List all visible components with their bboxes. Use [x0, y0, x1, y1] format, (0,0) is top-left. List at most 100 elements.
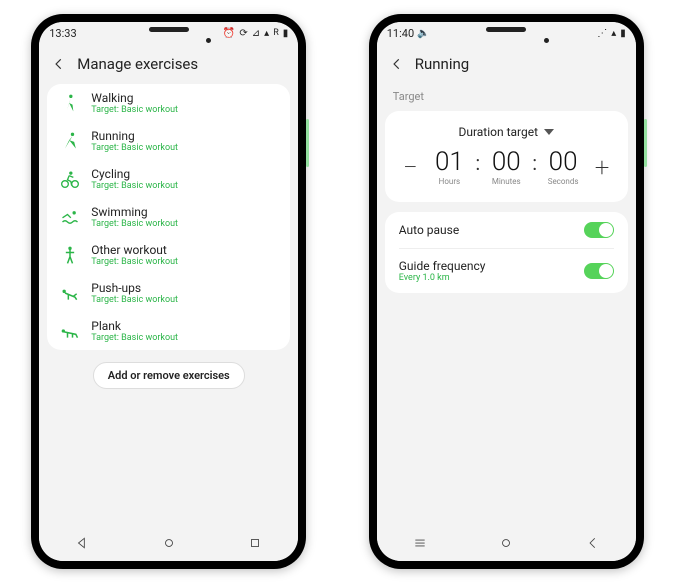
page-title: Manage exercises — [77, 55, 198, 73]
back-button[interactable] — [387, 54, 407, 74]
guide-frequency-title: Guide frequency — [399, 259, 584, 273]
page-title: Running — [415, 55, 469, 73]
chevron-down-icon — [544, 127, 554, 137]
minutes-label: Minutes — [492, 177, 521, 186]
target-type-dropdown[interactable]: Duration target — [395, 125, 618, 139]
nav-home-button[interactable] — [162, 535, 176, 554]
status-icons: ⋰ ▴ ▮ — [597, 28, 626, 39]
exercise-texts: Other workoutTarget: Basic workout — [91, 243, 278, 267]
android-nav-bar — [377, 527, 636, 561]
phone-running-target: 11:40 🔈 ⋰ ▴ ▮ Running Target Duration ta… — [369, 14, 644, 569]
exercise-name: Push-ups — [91, 281, 278, 295]
hours-value: 01 — [435, 149, 464, 175]
battery-icon: ▮ — [620, 28, 626, 39]
exercise-item-walking[interactable]: WalkingTarget: Basic workout — [47, 84, 290, 122]
status-bar: 11:40 🔈 ⋰ ▴ ▮ — [377, 22, 636, 44]
add-remove-exercises-button[interactable]: Add or remove exercises — [93, 362, 245, 389]
battery-icon: ▮ — [283, 28, 289, 39]
exercise-texts: SwimmingTarget: Basic workout — [91, 205, 278, 229]
exercise-item-running[interactable]: RunningTarget: Basic workout — [47, 122, 290, 160]
wifi-icon: ⋰ — [597, 28, 607, 39]
running-icon — [59, 130, 81, 152]
exercise-target: Target: Basic workout — [91, 257, 278, 267]
exercise-name: Other workout — [91, 243, 278, 257]
signal-icon: ▴ — [264, 28, 269, 39]
seconds-value: 00 — [549, 149, 578, 175]
exercise-item-swimming[interactable]: SwimmingTarget: Basic workout — [47, 198, 290, 236]
plank-icon — [59, 320, 81, 342]
time-separator: : — [532, 153, 537, 173]
network-icon: ⊿ — [252, 28, 260, 39]
minutes-value: 00 — [492, 149, 521, 175]
exercise-list: WalkingTarget: Basic workoutRunningTarge… — [47, 84, 290, 350]
cycling-icon — [59, 168, 81, 190]
back-button[interactable] — [49, 54, 69, 74]
volume-icon: 🔈 — [417, 28, 429, 39]
sync-icon: ⟳ — [239, 28, 247, 39]
exercise-name: Running — [91, 129, 278, 143]
exercise-texts: RunningTarget: Basic workout — [91, 129, 278, 153]
exercise-item-other[interactable]: Other workoutTarget: Basic workout — [47, 236, 290, 274]
exercise-target: Target: Basic workout — [91, 181, 278, 191]
back-arrow-icon — [52, 57, 66, 71]
status-time: 13:33 — [49, 27, 76, 40]
exercise-texts: Push-upsTarget: Basic workout — [91, 281, 278, 305]
phone-manage-exercises: 13:33 ⏰ ⟳ ⊿ ▴ R ▮ Manage exercises Walki… — [31, 14, 306, 569]
duration-picker: − 01 Hours : 00 Minutes : 00 Seconds + — [395, 149, 618, 186]
exercise-item-cycling[interactable]: CyclingTarget: Basic workout — [47, 160, 290, 198]
nav-back-button[interactable] — [75, 535, 89, 554]
exercise-target: Target: Basic workout — [91, 105, 278, 115]
status-time: 11:40 — [387, 27, 414, 40]
seconds-column[interactable]: 00 Seconds — [541, 149, 585, 186]
alarm-icon: ⏰ — [223, 28, 235, 39]
exercise-target: Target: Basic workout — [91, 333, 278, 343]
target-type-label: Duration target — [458, 125, 538, 139]
exercise-texts: CyclingTarget: Basic workout — [91, 167, 278, 191]
guide-frequency-sub: Every 1.0 km — [399, 273, 584, 283]
nav-recent-button[interactable] — [413, 535, 427, 554]
other-icon — [59, 244, 81, 266]
nav-back-button[interactable] — [586, 535, 600, 554]
exercise-item-plank[interactable]: PlankTarget: Basic workout — [47, 312, 290, 350]
minutes-column[interactable]: 00 Minutes — [484, 149, 528, 186]
pushups-icon — [59, 282, 81, 304]
decrement-button[interactable]: − — [397, 153, 423, 183]
target-card: Duration target − 01 Hours : 00 Minutes … — [385, 111, 628, 202]
exercise-item-pushups[interactable]: Push-upsTarget: Basic workout — [47, 274, 290, 312]
header: Manage exercises — [39, 44, 298, 84]
power-button — [644, 119, 647, 167]
screen-left: 13:33 ⏰ ⟳ ⊿ ▴ R ▮ Manage exercises Walki… — [39, 22, 298, 561]
auto-pause-toggle[interactable] — [584, 222, 614, 238]
auto-pause-row[interactable]: Auto pause — [385, 212, 628, 248]
exercise-texts: WalkingTarget: Basic workout — [91, 91, 278, 115]
status-icons: ⏰ ⟳ ⊿ ▴ R ▮ — [223, 28, 288, 39]
section-label-target: Target — [377, 84, 636, 111]
roaming-label: R — [273, 28, 279, 38]
nav-home-button[interactable] — [499, 535, 513, 554]
auto-pause-title: Auto pause — [399, 223, 584, 237]
nav-recent-button[interactable] — [248, 535, 262, 554]
add-remove-label: Add or remove exercises — [108, 369, 230, 382]
walking-icon — [59, 92, 81, 114]
time-separator: : — [475, 153, 480, 173]
guide-frequency-row[interactable]: Guide frequency Every 1.0 km — [385, 249, 628, 293]
hours-column[interactable]: 01 Hours — [427, 149, 471, 186]
signal-icon: ▴ — [611, 28, 616, 39]
screen-right: 11:40 🔈 ⋰ ▴ ▮ Running Target Duration ta… — [377, 22, 636, 561]
settings-card: Auto pause Guide frequency Every 1.0 km — [385, 212, 628, 293]
exercise-texts: PlankTarget: Basic workout — [91, 319, 278, 343]
exercise-target: Target: Basic workout — [91, 295, 278, 305]
exercise-name: Cycling — [91, 167, 278, 181]
exercise-target: Target: Basic workout — [91, 219, 278, 229]
header: Running — [377, 44, 636, 84]
exercise-target: Target: Basic workout — [91, 143, 278, 153]
exercise-name: Swimming — [91, 205, 278, 219]
android-nav-bar — [39, 527, 298, 561]
status-bar: 13:33 ⏰ ⟳ ⊿ ▴ R ▮ — [39, 22, 298, 44]
guide-frequency-toggle[interactable] — [584, 263, 614, 279]
hours-label: Hours — [439, 177, 461, 186]
increment-button[interactable]: + — [589, 153, 615, 183]
back-arrow-icon — [390, 57, 404, 71]
swimming-icon — [59, 206, 81, 228]
exercise-name: Walking — [91, 91, 278, 105]
